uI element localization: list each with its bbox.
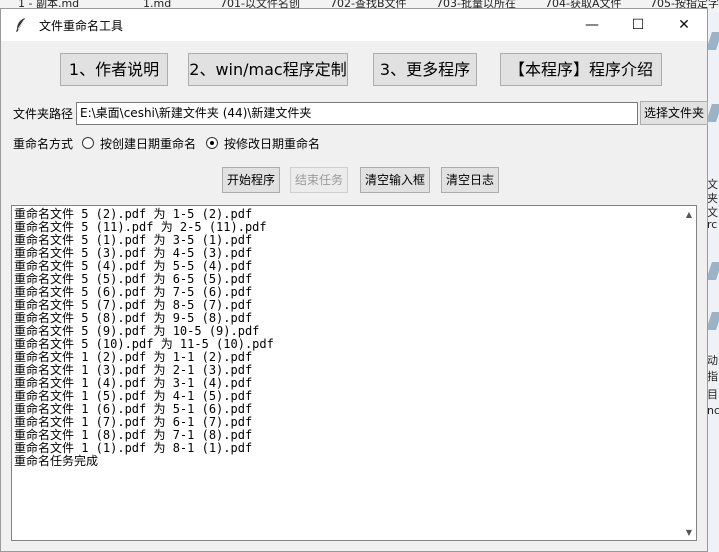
maximize-button[interactable]: ☐ — [615, 9, 661, 41]
author-info-button[interactable]: 1、作者说明 — [60, 53, 168, 86]
radio-by-create-date-label[interactable]: 按创建日期重命名 — [100, 135, 196, 152]
background-file-icon — [707, 312, 719, 330]
more-programs-button[interactable]: 3、更多程序 — [373, 53, 477, 86]
feather-icon — [16, 18, 25, 32]
log-textarea[interactable]: 重命名文件 5 (2).pdf 为 1-5 (2).pdf 重命名文件 5 (11… — [11, 205, 697, 541]
window-title: 文件重命名工具 — [39, 19, 124, 33]
title-bar[interactable]: 文件重命名工具 — ☐ ✕ — [1, 9, 707, 41]
background-file-icon — [707, 104, 719, 122]
background-file-icon — [707, 262, 719, 280]
folder-path-label: 文件夹路径 — [13, 107, 74, 121]
background-fragment: 指 — [707, 370, 718, 383]
scroll-down-icon[interactable]: ▼ — [684, 528, 694, 538]
custom-program-button[interactable]: 2、win/mac程序定制 — [188, 53, 348, 86]
log-line: 重命名任务完成 — [14, 454, 99, 468]
clear-input-button[interactable]: 清空输入框 — [360, 167, 430, 193]
radio-by-create-date[interactable] — [82, 137, 94, 149]
background-desktop-right: 文 夹 文 rc 动 指 目 nc — [707, 12, 719, 552]
background-fragment: nc — [707, 404, 719, 417]
background-fragment: 动 — [707, 354, 718, 367]
background-fragment: rc — [707, 218, 718, 231]
background-file-icon — [707, 32, 719, 50]
log-lines: 重命名文件 5 (2).pdf 为 1-5 (2).pdf 重命名文件 5 (11… — [14, 208, 274, 468]
close-button[interactable]: ✕ — [661, 9, 707, 41]
program-intro-button[interactable]: 【本程序】程序介绍 — [500, 53, 662, 86]
minimize-button[interactable]: — — [569, 9, 615, 41]
start-button[interactable]: 开始程序 — [222, 167, 280, 193]
app-window: 文件重命名工具 — ☐ ✕ 1、作者说明 2、win/mac程序定制 3、更多程… — [0, 8, 708, 552]
clear-log-button[interactable]: 清空日志 — [441, 167, 499, 193]
choose-folder-button[interactable]: 选择文件夹 — [640, 101, 708, 125]
folder-path-input[interactable]: E:\桌面\ceshi\新建文件夹 (44)\新建文件夹 — [76, 102, 638, 125]
radio-by-modify-date-label[interactable]: 按修改日期重命名 — [224, 135, 320, 152]
stop-button[interactable]: 结束任务 — [290, 167, 348, 193]
radio-by-modify-date[interactable] — [206, 137, 218, 149]
scroll-up-icon[interactable]: ▲ — [684, 210, 694, 220]
background-fragment: 目 — [707, 388, 718, 401]
rename-mode-label: 重命名方式 — [13, 137, 74, 151]
